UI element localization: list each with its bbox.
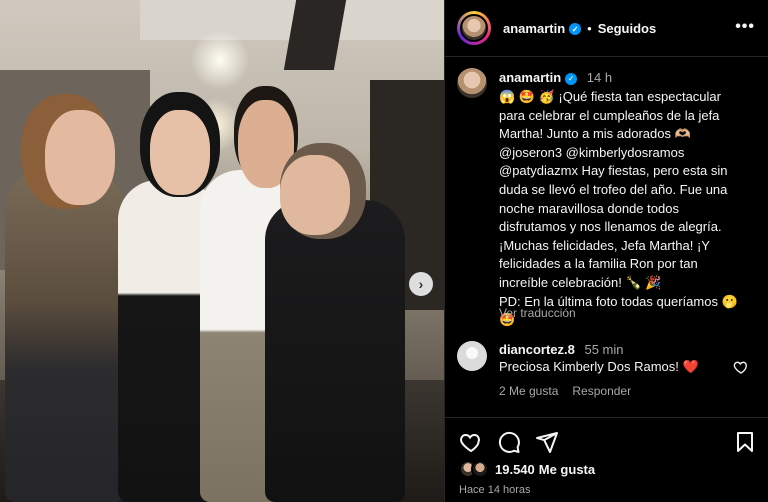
comment-text: Preciosa Kimberly Dos Ramos! ❤️ [499,359,699,374]
comment-header: diancortez.8 55 min [499,342,624,357]
photo-person-head [150,110,210,195]
heart-icon[interactable] [733,359,749,375]
photo-person [5,170,125,502]
more-horizontal-icon[interactable]: ••• [735,18,755,36]
comment-meta: 2 Me gusta Responder [499,384,631,398]
header-username[interactable]: anamartin ✓ [503,21,582,36]
story-ring[interactable] [457,11,491,45]
comment-time: 55 min [584,342,624,357]
posted-time: Hace 14 horas [459,484,531,496]
share-icon[interactable] [535,430,559,454]
photo-person-head [280,155,350,235]
caption-time: 14 h [586,70,613,85]
photo-lamp [190,30,250,90]
likes-label: Me gusta [538,461,596,477]
action-bar [459,430,757,456]
comment-likes-link[interactable]: 2 Me gusta [499,384,558,398]
caption-text: 😱 🤩 🥳 ¡Qué fiesta tan espectacular para … [499,89,738,328]
liker-avatar [471,460,489,478]
separator-dot: • [587,20,592,36]
default-avatar-icon[interactable] [457,341,487,371]
photo-beam [283,0,347,70]
divider [445,417,768,418]
avatar[interactable] [457,68,487,98]
reply-button[interactable]: Responder [572,384,631,398]
post-header: anamartin ✓ • Seguidos ••• [445,0,768,57]
post-side-panel: anamartin ✓ • Seguidos ••• anamartin ✓ 14 … [444,0,768,502]
verified-badge-icon: ✓ [569,23,582,36]
avatar [460,14,488,42]
bookmark-icon[interactable] [733,430,757,454]
comment-icon[interactable] [497,430,521,454]
verified-badge-icon: ✓ [565,72,578,85]
likes-count: 19.540 [495,461,535,477]
chevron-right-icon: › [418,276,424,292]
following-button[interactable]: Seguidos [598,21,657,36]
caption-header: anamartin ✓ 14 h [499,70,612,85]
comment-username[interactable]: diancortez.8 [499,342,575,357]
caption-username[interactable]: anamartin [499,70,561,85]
photo-person-head [45,110,115,205]
photo-person [265,200,405,502]
post-photo[interactable]: › [0,0,444,502]
likes-summary[interactable]: 19.540 Me gusta [459,460,595,478]
see-translation-link[interactable]: Ver traducción [499,306,576,320]
carousel-next-button[interactable]: › [409,272,433,296]
heart-icon[interactable] [459,430,483,454]
